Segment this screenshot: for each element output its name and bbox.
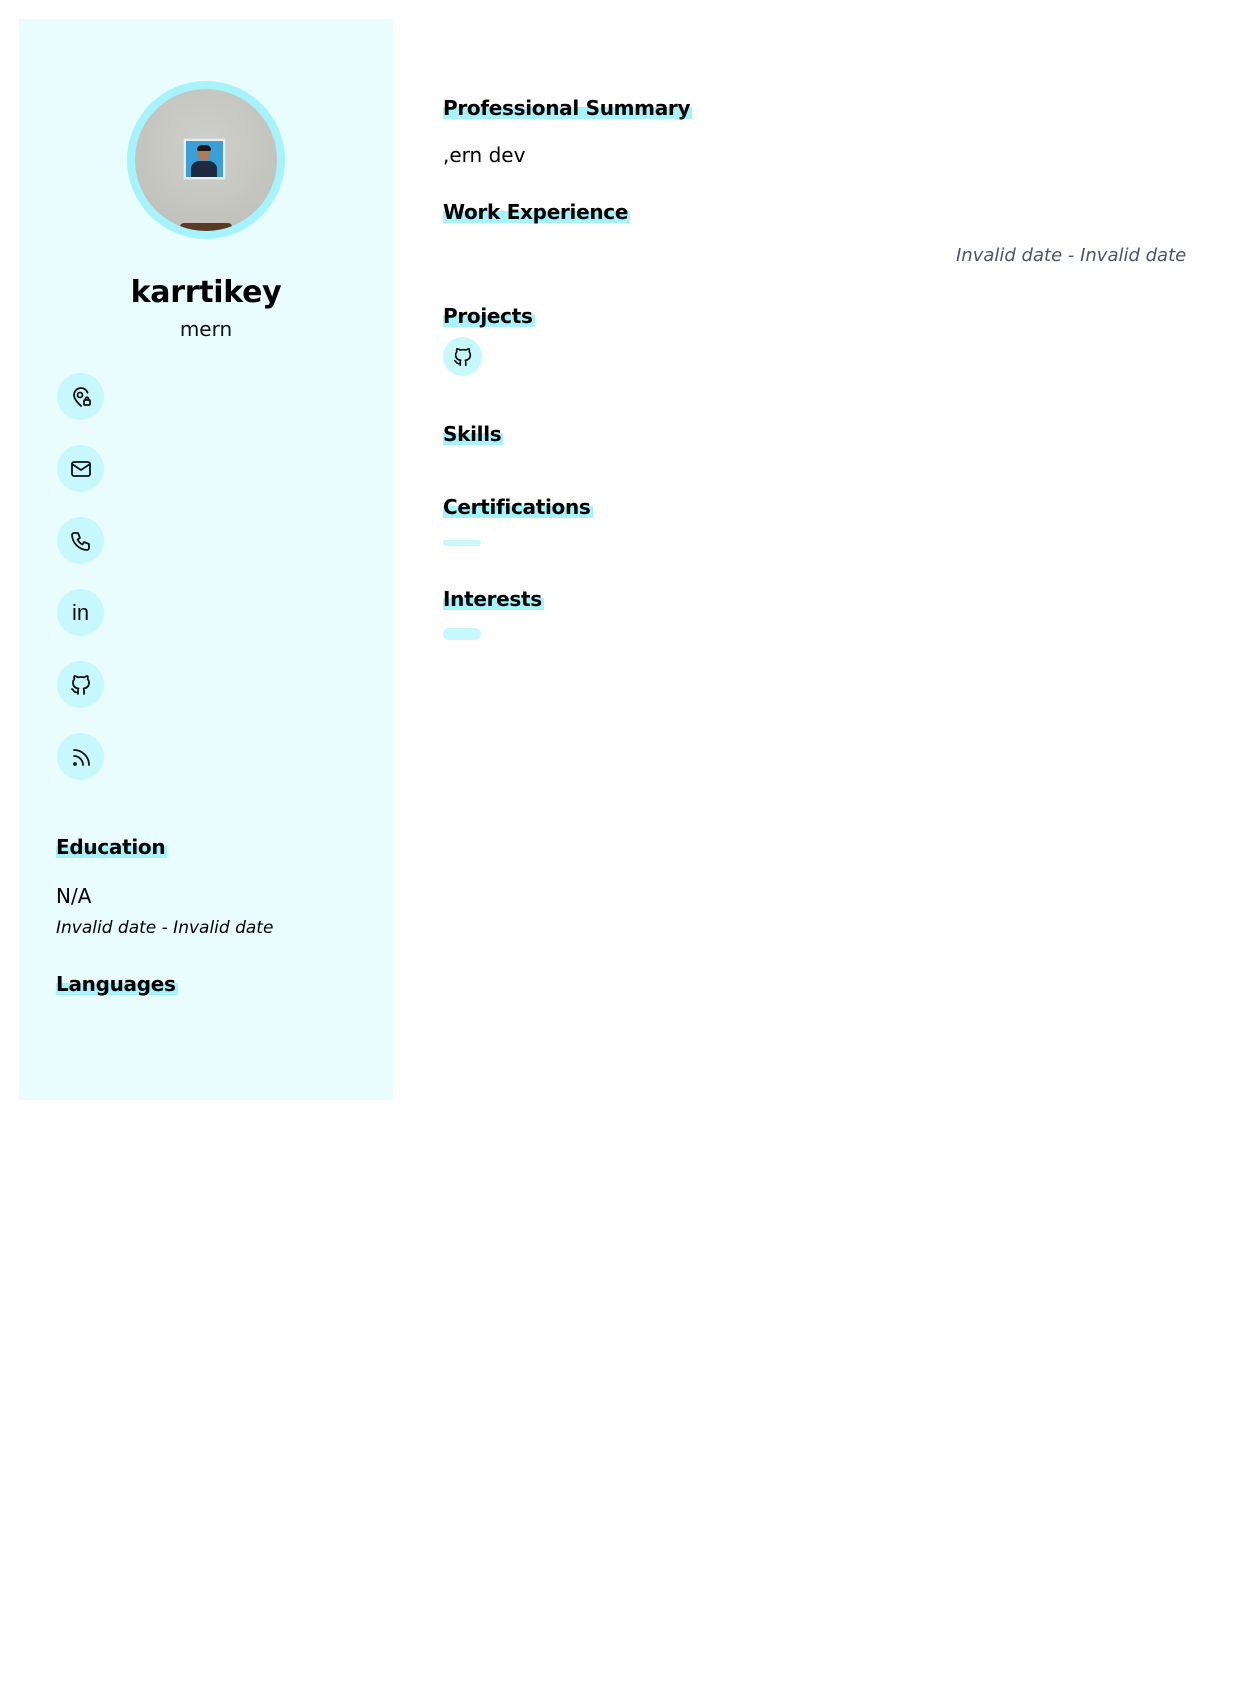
project-github-icon[interactable]	[443, 337, 482, 376]
rss-icon[interactable]	[57, 733, 104, 780]
mail-icon[interactable]	[57, 445, 104, 492]
certifications-heading: Certifications	[443, 495, 593, 519]
professional-summary-heading: Professional Summary	[443, 96, 693, 120]
languages-heading: Languages	[56, 972, 178, 996]
education-dates: Invalid date - Invalid date	[56, 918, 274, 938]
summary-text: ,ern dev	[443, 143, 526, 167]
profile-name: karrtikey	[130, 275, 282, 310]
work-experience-heading: Work Experience	[443, 200, 631, 224]
profile-photo	[135, 89, 277, 231]
projects-heading: Projects	[443, 304, 535, 328]
location-pin-icon[interactable]	[57, 373, 104, 420]
sidebar: karrtikey mern in Education N/A Invalid …	[19, 19, 393, 1100]
certification-item	[443, 540, 481, 546]
education-school: N/A	[56, 884, 92, 908]
interests-heading: Interests	[443, 587, 544, 611]
github-icon[interactable]	[57, 661, 104, 708]
avatar	[127, 81, 285, 239]
phone-icon[interactable]	[57, 517, 104, 564]
profile-role: mern	[179, 317, 233, 341]
skills-heading: Skills	[443, 422, 504, 446]
id-photo	[184, 139, 225, 179]
education-heading: Education	[56, 835, 168, 859]
linkedin-icon[interactable]: in	[57, 589, 104, 636]
linkedin-glyph: in	[71, 599, 90, 625]
work-dates: Invalid date - Invalid date	[956, 245, 1187, 266]
interest-tag	[443, 628, 481, 640]
